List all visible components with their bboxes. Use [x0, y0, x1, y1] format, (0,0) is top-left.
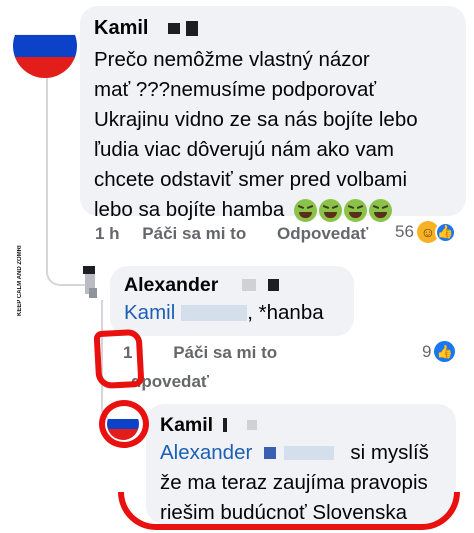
nauseated-face-icon	[369, 199, 393, 223]
red-annotation-box	[93, 328, 145, 390]
mention-link[interactable]: Kamil	[124, 298, 175, 328]
reply-author[interactable]: Kamil	[160, 414, 213, 437]
nauseated-face-icon	[344, 199, 368, 223]
reply-bubble: Alexander Kamil , *hanba	[110, 266, 354, 336]
censored-name	[264, 447, 277, 459]
mention-link[interactable]: Alexander	[160, 438, 252, 468]
reaction-summary[interactable]: 9 👍	[422, 341, 456, 362]
censored-name	[242, 279, 257, 291]
red-annotation-underline	[118, 492, 460, 530]
like-icon: 👍	[434, 221, 456, 243]
red-annotation-circle	[99, 400, 149, 448]
mention-link[interactable]: , *hanba	[247, 298, 323, 328]
avatar[interactable]	[83, 266, 99, 300]
comment-text: Prečo nemôžme vlastný názor mať ???nemus…	[94, 48, 418, 223]
reply-actions: 1 Páči sa mi to	[123, 343, 277, 363]
reaction-summary[interactable]: 56 ☺ 👍	[395, 221, 456, 243]
comment-author[interactable]: Kamil	[94, 17, 148, 40]
comment-actions: 1 h Páči sa mi to Odpovedať	[95, 224, 368, 244]
watermark: KEEP CALM AND ZOMRI	[17, 245, 23, 317]
censored-name	[247, 420, 258, 430]
like-button[interactable]: Páči sa mi to	[142, 224, 246, 244]
censored-name	[186, 20, 199, 36]
like-button[interactable]: Páči sa mi to	[173, 343, 277, 363]
reply-button[interactable]: Odpovedať	[277, 224, 368, 244]
comment-bubble: Kamil Prečo nemôžme vlastný názor mať ??…	[80, 6, 466, 223]
nauseated-face-icon	[294, 199, 318, 223]
censored-name	[223, 418, 228, 432]
thread-line-main	[46, 70, 48, 275]
censored-name	[181, 305, 248, 321]
like-icon: 👍	[434, 341, 456, 362]
avatar[interactable]	[13, 14, 77, 78]
reply-author[interactable]: Alexander	[124, 274, 218, 297]
reaction-count: 56	[395, 222, 414, 241]
censored-name	[284, 446, 335, 460]
comment-timestamp[interactable]: 1 h	[95, 224, 120, 244]
reaction-count: 9	[422, 341, 432, 361]
censored-name	[268, 279, 280, 291]
nauseated-face-icon	[319, 199, 343, 223]
censored-name	[168, 22, 181, 34]
